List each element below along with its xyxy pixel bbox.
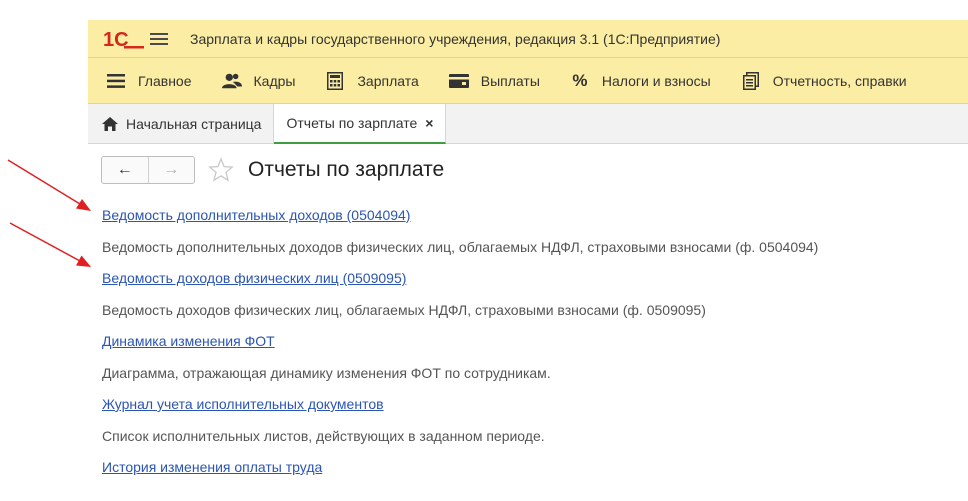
reports-list: Ведомость дополнительных доходов (050409… xyxy=(102,206,962,476)
tab-home-label: Начальная страница xyxy=(126,115,262,132)
menu-lines-icon xyxy=(106,71,126,91)
report-description: Диаграмма, отражающая динамику изменения… xyxy=(102,365,551,381)
list-item: Ведомость дополнительных доходов (050409… xyxy=(102,206,962,256)
report-description: Ведомость дополнительных доходов физичес… xyxy=(102,239,819,255)
back-button[interactable]: ← xyxy=(102,157,149,183)
section-reporting[interactable]: Отчетность, справки xyxy=(723,58,919,103)
calculator-icon xyxy=(325,71,345,91)
list-item: Журнал учета исполнительных документов С… xyxy=(102,395,962,445)
open-tabs-bar: Начальная страница Отчеты по зарплате × xyxy=(88,104,968,144)
section-hr[interactable]: Кадры xyxy=(204,58,308,103)
sections-panel: Главное Кадры Зарплата Выплаты % Налоги … xyxy=(88,58,968,104)
section-main[interactable]: Главное xyxy=(88,58,204,103)
tab-salary-reports[interactable]: Отчеты по зарплате × xyxy=(274,104,447,144)
reports-icon xyxy=(741,71,761,91)
people-icon xyxy=(221,71,242,91)
section-taxes[interactable]: % Налоги и взносы xyxy=(552,58,723,103)
history-navigation: ← → xyxy=(101,156,195,184)
main-menu-icon[interactable] xyxy=(150,32,168,46)
report-link-additional-income[interactable]: Ведомость дополнительных доходов (050409… xyxy=(102,206,962,224)
list-item: Ведомость доходов физических лиц (050909… xyxy=(102,269,962,319)
section-payments-label: Выплаты xyxy=(480,72,540,89)
report-link-individual-income[interactable]: Ведомость доходов физических лиц (050909… xyxy=(102,269,962,287)
section-salary[interactable]: Зарплата xyxy=(307,58,430,103)
app-title: Зарплата и кадры государственного учрежд… xyxy=(190,30,721,47)
percent-icon: % xyxy=(572,70,588,90)
report-link-payroll-dynamics[interactable]: Динамика изменения ФОТ xyxy=(102,332,962,350)
report-link-enforcement-journal[interactable]: Журнал учета исполнительных документов xyxy=(102,395,962,413)
page-title: Отчеты по зарплате xyxy=(248,158,445,181)
report-description: Список исполнительных листов, действующи… xyxy=(102,428,545,444)
report-description: Ведомость доходов физических лиц, облага… xyxy=(102,302,706,318)
annotation-arrow-2 xyxy=(9,222,91,267)
logo-1c-icon: 1С xyxy=(103,29,144,51)
section-payments[interactable]: Выплаты xyxy=(431,58,552,103)
section-hr-label: Кадры xyxy=(253,72,296,89)
wallet-icon xyxy=(448,71,469,91)
app-window: 1С Зарплата и кадры государственного учр… xyxy=(0,0,968,501)
tab-salary-reports-label: Отчеты по зарплате xyxy=(286,115,418,131)
section-main-label: Главное xyxy=(138,72,192,89)
section-reporting-label: Отчетность, справки xyxy=(772,72,907,89)
report-link-pay-history[interactable]: История изменения оплаты труда xyxy=(102,458,962,476)
tab-home[interactable]: Начальная страница xyxy=(88,104,275,143)
section-salary-label: Зарплата xyxy=(357,72,419,89)
list-item: Динамика изменения ФОТ Диаграмма, отража… xyxy=(102,332,962,382)
annotation-arrow-1 xyxy=(7,159,91,211)
home-icon xyxy=(102,116,118,131)
favorite-star-icon[interactable] xyxy=(208,157,234,183)
close-icon[interactable]: × xyxy=(425,115,433,131)
list-item: История изменения оплаты труда xyxy=(102,458,962,476)
app-logo[interactable]: 1С xyxy=(102,25,146,53)
section-taxes-label: Налоги и взносы xyxy=(601,72,711,89)
forward-button[interactable]: → xyxy=(149,157,195,183)
title-bar: 1С Зарплата и кадры государственного учр… xyxy=(88,20,968,58)
